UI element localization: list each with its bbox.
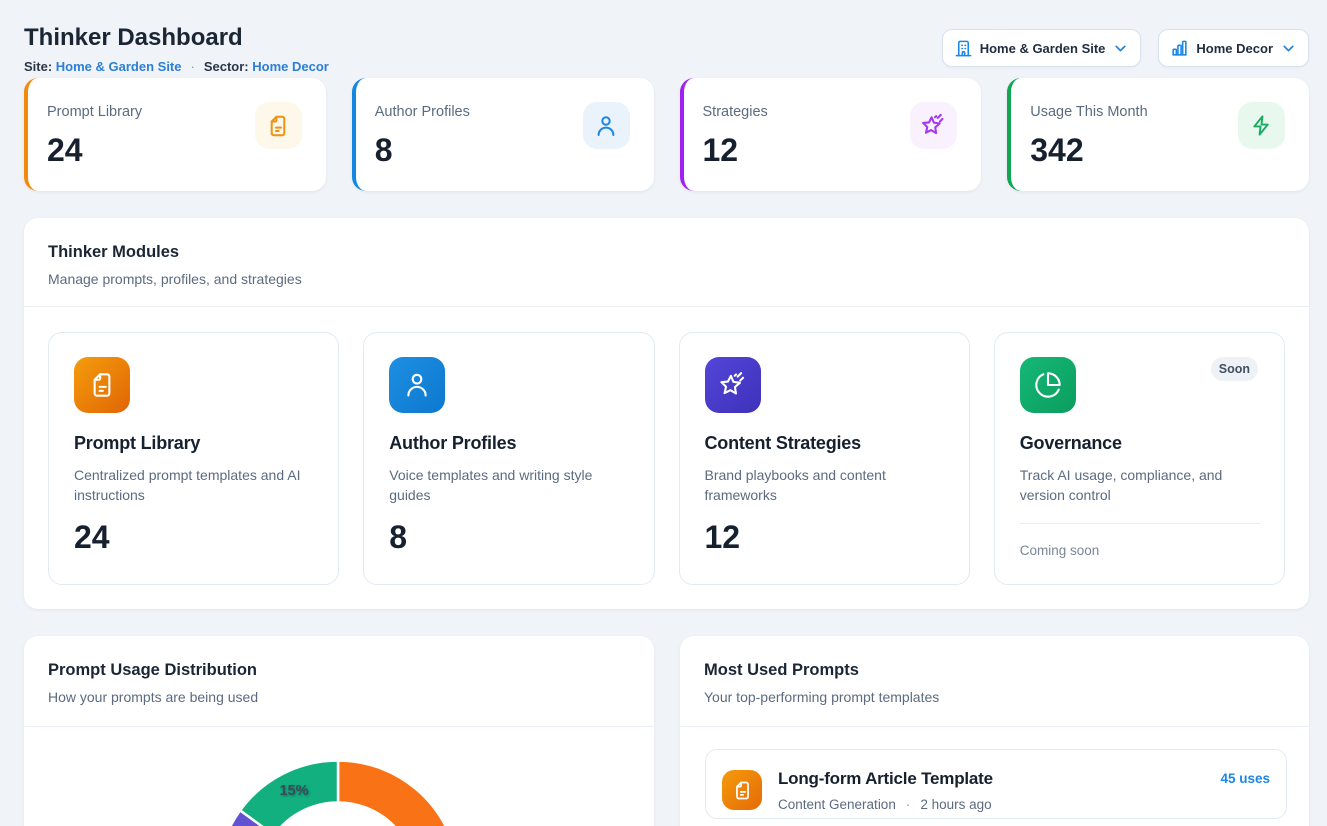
svg-text:15%: 15% [279, 783, 308, 799]
